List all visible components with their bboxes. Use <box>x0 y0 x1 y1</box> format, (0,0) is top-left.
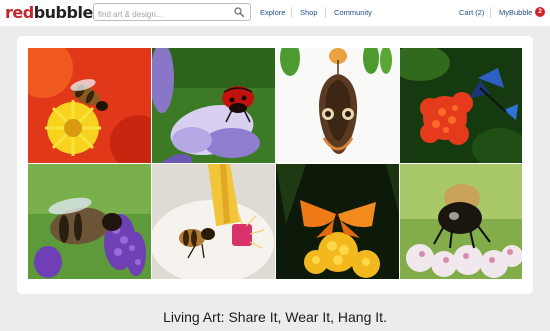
logo-dark-part: bubble <box>33 3 94 22</box>
gallery-tile-butterfly-red-flower[interactable] <box>400 48 522 163</box>
nav-community-link[interactable]: Community <box>334 8 372 17</box>
gallery-tile-hanging-butterfly[interactable] <box>276 48 399 163</box>
hanging-butterfly-image <box>276 48 399 163</box>
gallery-tile-bumblebee-white-flowers[interactable] <box>400 164 522 279</box>
top-bar: redbubble Explore Shop Community Cart (2… <box>0 0 550 26</box>
nav-explore-link[interactable]: Explore <box>260 8 285 17</box>
bee-lavender-image <box>28 164 151 279</box>
gallery-tile-bee-white-flower[interactable] <box>152 164 275 279</box>
bee-orange-flower-image <box>28 48 151 163</box>
gallery-tile-bee-orange-flower[interactable] <box>28 48 151 163</box>
bumblebee-white-flowers-image <box>400 164 522 279</box>
logo-red-part: red <box>5 3 34 22</box>
gallery-tile-orange-butterfly[interactable] <box>276 164 399 279</box>
gallery-tile-ladybird-purple-flower[interactable] <box>152 48 275 163</box>
nav-shop-link[interactable]: Shop <box>300 8 318 17</box>
nav-divider <box>291 7 292 18</box>
search-box <box>93 3 251 23</box>
gallery-tile-bee-lavender[interactable] <box>28 164 151 279</box>
search-icon[interactable] <box>234 7 244 17</box>
nav-divider <box>490 7 491 18</box>
nav-cart-link[interactable]: Cart (2) <box>459 8 484 17</box>
photo-grid <box>28 48 522 279</box>
orange-butterfly-image <box>276 164 399 279</box>
nav-divider <box>325 7 326 18</box>
notification-badge[interactable]: 2 <box>535 7 545 17</box>
ladybird-purple-flower-image <box>152 48 275 163</box>
tagline: Living Art: Share It, Wear It, Hang It. <box>163 309 387 325</box>
bee-white-flower-image <box>152 164 275 279</box>
redbubble-logo[interactable]: redbubble <box>5 3 93 22</box>
butterfly-red-flower-image <box>400 48 522 163</box>
search-input[interactable] <box>94 6 230 23</box>
nav-mybubble-link[interactable]: MyBubble <box>499 8 532 17</box>
